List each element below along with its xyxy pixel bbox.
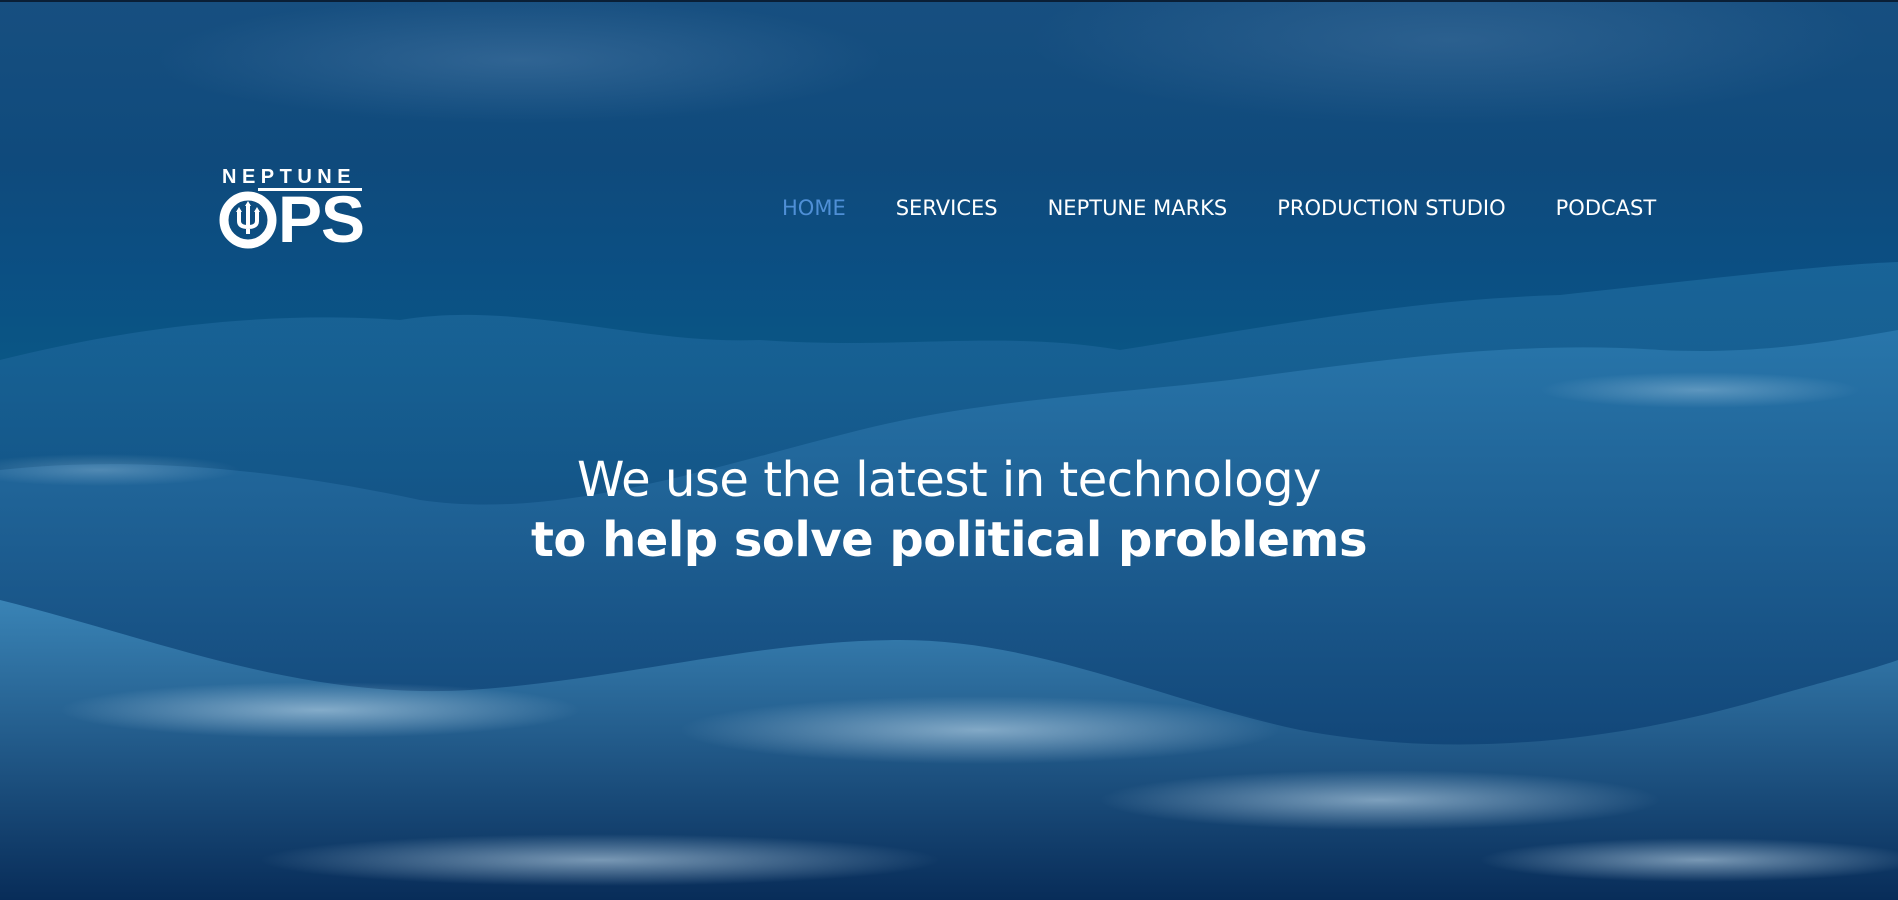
nav-item-neptune-marks[interactable]: NEPTUNE MARKS xyxy=(1048,193,1228,223)
hero-headline-line-1: We use the latest in technology xyxy=(577,452,1321,508)
nav-item-podcast[interactable]: PODCAST xyxy=(1556,193,1657,223)
trident-in-circle-icon xyxy=(219,191,277,249)
hero-headline: We use the latest in technology to help … xyxy=(0,448,1898,568)
main-nav: HOME SERVICES NEPTUNE MARKS PRODUCTION S… xyxy=(782,193,1656,223)
neptune-ops-logo[interactable]: NEPTUNE PS xyxy=(218,166,365,256)
logo-wordmark-bottom: PS xyxy=(278,182,365,256)
hero-headline-line-2: to help solve political problems xyxy=(530,512,1368,568)
nav-item-services[interactable]: SERVICES xyxy=(896,193,998,223)
nav-item-production-studio[interactable]: PRODUCTION STUDIO xyxy=(1277,193,1505,223)
hero-section: NEPTUNE PS HOME SERVICES NEPTUNE MARKS P… xyxy=(0,0,1898,900)
nav-item-home[interactable]: HOME xyxy=(782,193,846,223)
